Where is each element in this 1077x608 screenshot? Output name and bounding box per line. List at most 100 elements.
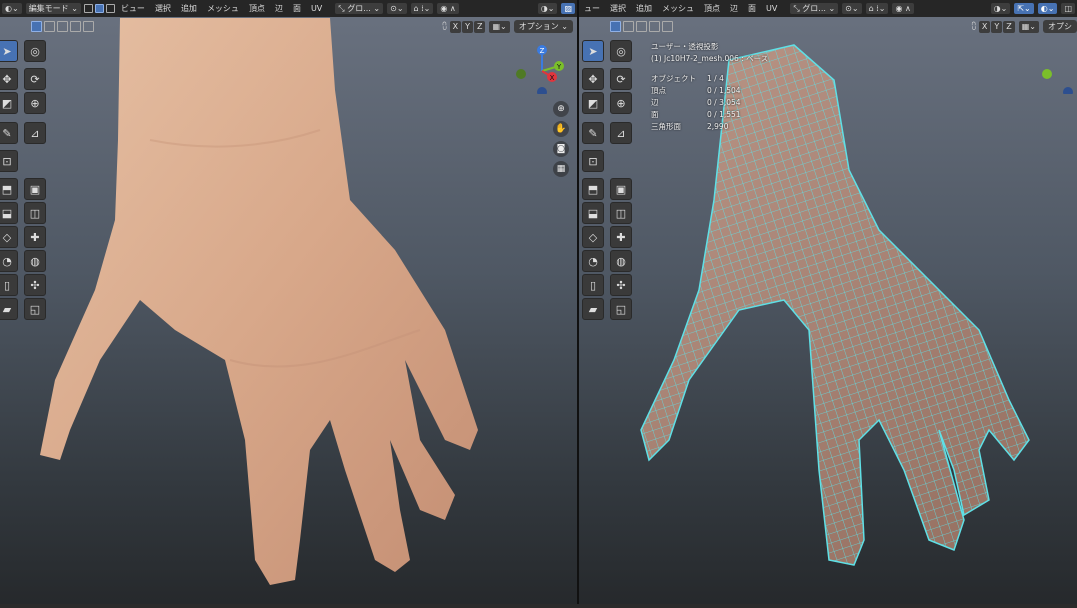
snap-toggle[interactable]: ⌂ ⁞⌄ <box>410 3 434 14</box>
gizmo-neg-y-icon[interactable] <box>516 69 526 79</box>
options-button-left[interactable]: オプション ⌄ <box>513 20 573 33</box>
pivot-dropdown[interactable]: ⊙⌄ <box>387 3 407 14</box>
extrude-icon[interactable]: ⬒ <box>582 178 604 200</box>
axis-gizmo-right[interactable] <box>1037 44 1077 94</box>
rotate-icon[interactable]: ⟳ <box>610 68 632 90</box>
poly-build-icon[interactable]: ✚ <box>610 226 632 248</box>
rotate-icon[interactable]: ⟳ <box>24 68 46 90</box>
menu-vertex-right[interactable]: 頂点 <box>699 3 725 14</box>
poly-build-icon[interactable]: ✚ <box>24 226 46 248</box>
mirror-z-toggle-right[interactable]: Z <box>1003 20 1015 33</box>
menu-face-right[interactable]: 面 <box>743 3 761 14</box>
transform-icon[interactable]: ⊕ <box>24 92 46 114</box>
proportional-edit-toggle[interactable]: ◉ ∧ <box>437 3 459 14</box>
select-invert-icon[interactable] <box>70 21 81 32</box>
cursor-icon[interactable]: ◎ <box>24 40 46 62</box>
move-icon[interactable]: ✥ <box>582 68 604 90</box>
edge-slide-icon[interactable]: ▯ <box>582 274 604 296</box>
menu-mesh[interactable]: メッシュ <box>202 3 244 14</box>
overlay-dropdown[interactable]: ◑⌄ <box>537 3 558 14</box>
transform-orientation-dropdown-right[interactable]: ⤡ グロ... ⌄ <box>790 3 839 14</box>
shear-icon[interactable]: ▰ <box>582 298 604 320</box>
menu-vertex[interactable]: 頂点 <box>244 3 270 14</box>
select-box-icon[interactable]: ➤ <box>582 40 604 62</box>
extrude-icon[interactable]: ⬒ <box>0 178 18 200</box>
inset-icon[interactable]: ▣ <box>610 178 632 200</box>
menu-uv-right[interactable]: UV <box>761 4 782 13</box>
annotate-icon[interactable]: ✎ <box>0 122 18 144</box>
editor-type-button[interactable]: ◐⌄ <box>2 3 22 14</box>
mirror-x-toggle-right[interactable]: X <box>978 20 991 33</box>
rip-icon[interactable]: ◱ <box>24 298 46 320</box>
mirror-z-toggle[interactable]: Z <box>474 20 486 33</box>
auto-merge-icon[interactable]: ▦⌄ <box>489 20 510 33</box>
measure-icon[interactable]: ⊿ <box>610 122 632 144</box>
pan-hand-icon[interactable]: ✋ <box>553 121 569 137</box>
shrink-fatten-icon[interactable]: ✣ <box>610 274 632 296</box>
shrink-fatten-icon[interactable]: ✣ <box>24 274 46 296</box>
gizmo-neg-z-icon-right[interactable] <box>1063 87 1073 94</box>
mirror-x-toggle[interactable]: X <box>449 20 462 33</box>
menu-view[interactable]: ビュー <box>116 3 150 14</box>
axis-gizmo-left[interactable]: Z Y X <box>515 44 565 94</box>
shading-dropdown-right[interactable]: ◐⌄ <box>1037 3 1058 14</box>
menu-select[interactable]: 選択 <box>150 3 176 14</box>
select-new-icon[interactable] <box>31 21 42 32</box>
add-cube-icon[interactable]: ⊡ <box>0 150 18 172</box>
spin-icon[interactable]: ◔ <box>0 250 18 272</box>
select-subtract-icon-right[interactable] <box>636 21 647 32</box>
scale-icon[interactable]: ◩ <box>582 92 604 114</box>
select-box-icon[interactable]: ➤ <box>0 40 18 62</box>
select-intersect-icon-right[interactable] <box>662 21 673 32</box>
gizmo-y-icon-right[interactable] <box>1042 69 1052 79</box>
pivot-dropdown-right[interactable]: ⊙⌄ <box>842 3 862 14</box>
auto-merge-icon-right[interactable]: ▦⌄ <box>1018 20 1039 33</box>
smooth-icon[interactable]: ◍ <box>24 250 46 272</box>
menu-view-right[interactable]: ュー <box>579 3 605 14</box>
options-button-right[interactable]: オプシ <box>1043 20 1077 33</box>
zoom-icon[interactable]: ⊕ <box>553 101 569 117</box>
perspective-grid-icon[interactable]: ▦ <box>553 161 569 177</box>
menu-uv[interactable]: UV <box>306 4 327 13</box>
transform-orientation-dropdown[interactable]: ⤡ グロ... ⌄ <box>335 3 384 14</box>
select-new-icon-right[interactable] <box>610 21 621 32</box>
xray-toggle-right[interactable]: ◫ <box>1061 3 1075 14</box>
menu-edge[interactable]: 辺 <box>270 3 288 14</box>
rip-icon[interactable]: ◱ <box>610 298 632 320</box>
proportional-edit-toggle-right[interactable]: ◉ ∧ <box>892 3 914 14</box>
bevel-icon[interactable]: ⬓ <box>0 202 18 224</box>
move-icon[interactable]: ✥ <box>0 68 18 90</box>
inset-icon[interactable]: ▣ <box>24 178 46 200</box>
face-select-icon[interactable] <box>105 4 115 13</box>
knife-icon[interactable]: ◇ <box>0 226 18 248</box>
overlay-dropdown-right[interactable]: ◑⌄ <box>990 3 1011 14</box>
knife-icon[interactable]: ◇ <box>582 226 604 248</box>
scale-icon[interactable]: ◩ <box>0 92 18 114</box>
annotate-icon[interactable]: ✎ <box>582 122 604 144</box>
vertex-select-icon[interactable] <box>83 4 93 13</box>
transform-icon[interactable]: ⊕ <box>610 92 632 114</box>
menu-edge-right[interactable]: 辺 <box>725 3 743 14</box>
bevel-icon[interactable]: ⬓ <box>582 202 604 224</box>
spin-icon[interactable]: ◔ <box>582 250 604 272</box>
cursor-icon[interactable]: ◎ <box>610 40 632 62</box>
edge-slide-icon[interactable]: ▯ <box>0 274 18 296</box>
menu-add[interactable]: 追加 <box>176 3 202 14</box>
shear-icon[interactable]: ▰ <box>0 298 18 320</box>
gizmo-neg-z-icon[interactable] <box>537 87 547 94</box>
camera-icon[interactable]: ◙ <box>553 141 569 157</box>
loop-cut-icon[interactable]: ◫ <box>610 202 632 224</box>
mode-dropdown[interactable]: 編集モード ⌄ <box>25 3 81 14</box>
smooth-icon[interactable]: ◍ <box>610 250 632 272</box>
xray-toggle[interactable]: ▨ <box>561 3 575 14</box>
add-cube-icon[interactable]: ⊡ <box>582 150 604 172</box>
viewport-right[interactable]: ュー 選択 追加 メッシュ 頂点 辺 面 UV ⤡ グロ... ⌄ ⊙⌄ ⌂ ⁞… <box>579 0 1077 604</box>
viewport-left[interactable]: ◐⌄ 編集モード ⌄ ビュー 選択 追加 メッシュ 頂点 辺 面 UV ⤡ グロ… <box>0 0 577 604</box>
select-subtract-icon[interactable] <box>57 21 68 32</box>
measure-icon[interactable]: ⊿ <box>24 122 46 144</box>
select-extend-icon[interactable] <box>44 21 55 32</box>
menu-mesh-right[interactable]: メッシュ <box>657 3 699 14</box>
loop-cut-icon[interactable]: ◫ <box>24 202 46 224</box>
select-intersect-icon[interactable] <box>83 21 94 32</box>
menu-add-right[interactable]: 追加 <box>631 3 657 14</box>
